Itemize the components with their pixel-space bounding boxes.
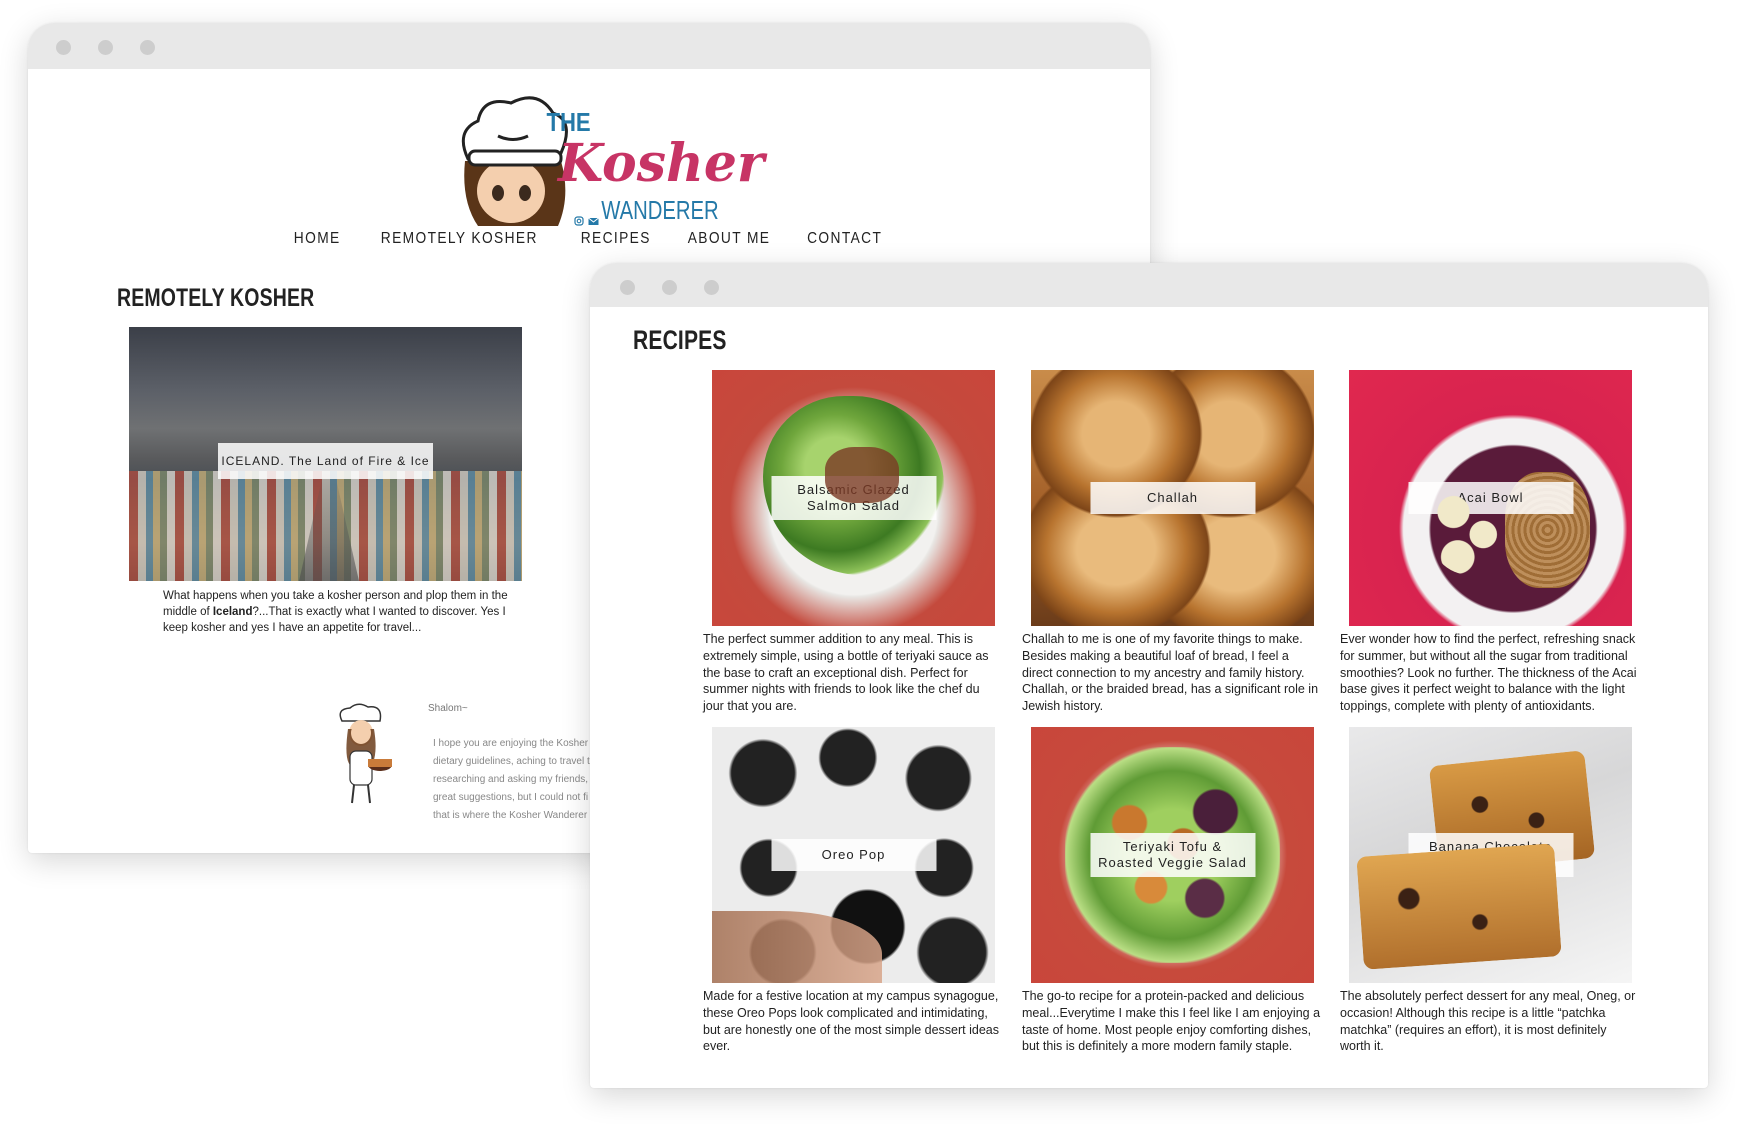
recipe-image-salmon-salad[interactable]: Balsamic Glazed Salmon Salad: [712, 370, 995, 626]
recipe-label[interactable]: Balsamic Glazed Salmon Salad: [771, 476, 936, 520]
shalom-line: great suggestions, but I could not fi: [433, 792, 589, 803]
recipe-description: The perfect summer addition to any meal.…: [703, 632, 989, 714]
window-dot-minimize[interactable]: [662, 280, 677, 295]
nav-recipes[interactable]: RECIPES: [581, 230, 651, 248]
recipe-description: Made for a festive location at my campus…: [703, 989, 999, 1054]
recipe-image-banana-cake[interactable]: Banana Chocolate Chip Cake: [1349, 727, 1632, 983]
instagram-icon[interactable]: [574, 213, 584, 226]
window-dot-maximize[interactable]: [140, 40, 155, 55]
recipe-label[interactable]: Oreo Pop: [771, 839, 936, 871]
window-dot-close[interactable]: [56, 40, 71, 55]
window-titlebar: [590, 263, 1708, 307]
recipe-label[interactable]: Teriyaki Tofu & Roasted Veggie Salad: [1090, 833, 1255, 877]
recipe-description: The absolutely perfect dessert for any m…: [1340, 989, 1636, 1054]
shalom-greeting: Shalom~: [428, 703, 468, 714]
recipe-card[interactable]: Teriyaki Tofu & Roasted Veggie Salad The…: [1022, 727, 1320, 1053]
section-title-recipes: RECIPES: [633, 325, 727, 355]
recipe-image-oreo-pop[interactable]: Oreo Pop: [712, 727, 995, 983]
browser-window-front: RECIPES Balsamic Glazed Salmon Salad The…: [590, 263, 1708, 1088]
shalom-line: dietary guidelines, aching to travel t: [433, 756, 590, 767]
chef-mascot-icon: THE Kosher WANDERER: [461, 96, 768, 226]
shalom-body: I hope you are enjoying the Kosher dieta…: [433, 735, 593, 825]
recipe-label[interactable]: Acai Bowl: [1408, 482, 1573, 514]
recipe-description: Ever wonder how to find the perfect, ref…: [1340, 632, 1637, 714]
recipe-card[interactable]: Oreo Pop Made for a festive location at …: [703, 727, 999, 1053]
shalom-line: researching and asking my friends,: [433, 774, 589, 785]
recipe-image-acai-bowl[interactable]: Acai Bowl: [1349, 370, 1632, 626]
nav-home[interactable]: HOME: [294, 230, 341, 248]
recipe-image-challah[interactable]: Challah: [1031, 370, 1314, 626]
nav-contact[interactable]: CONTACT: [807, 230, 882, 248]
logo-kosher-text: Kosher: [556, 133, 768, 194]
window-dot-maximize[interactable]: [704, 280, 719, 295]
window-dot-close[interactable]: [620, 280, 635, 295]
recipe-image-tofu-salad[interactable]: Teriyaki Tofu & Roasted Veggie Salad: [1031, 727, 1314, 983]
nav-about-me[interactable]: ABOUT ME: [687, 230, 770, 248]
shalom-line: that is where the Kosher Wanderer: [433, 810, 588, 821]
recipe-card[interactable]: Banana Chocolate Chip Cake The absolutel…: [1340, 727, 1635, 1053]
chef-avatar-icon: [328, 703, 398, 808]
window-dot-minimize[interactable]: [98, 40, 113, 55]
email-icon[interactable]: [588, 213, 599, 225]
main-nav: HOME REMOTELY KOSHER RECIPES ABOUT ME CO…: [28, 230, 1150, 248]
feature-excerpt: What happens when you take a kosher pers…: [163, 588, 508, 636]
recipe-description: The go-to recipe for a protein-packed an…: [1022, 989, 1321, 1054]
recipe-card[interactable]: Acai Bowl Ever wonder how to find the pe…: [1340, 370, 1636, 713]
shalom-line: I hope you are enjoying the Kosher: [433, 738, 589, 749]
section-title-remotely-kosher: REMOTELY KOSHER: [117, 284, 315, 312]
recipe-card[interactable]: Challah Challah to me is one of my favor…: [1022, 370, 1318, 713]
recipe-label[interactable]: Challah: [1090, 482, 1255, 514]
social-links: [574, 213, 599, 226]
excerpt-bold[interactable]: Iceland: [213, 606, 253, 618]
recipe-description: Challah to me is one of my favorite thin…: [1022, 632, 1319, 714]
site-logo[interactable]: THE Kosher WANDERER: [453, 91, 773, 231]
feature-label[interactable]: ICELAND. The Land of Fire & Ice: [218, 443, 433, 479]
window-titlebar: [28, 23, 1150, 69]
recipe-card[interactable]: Balsamic Glazed Salmon Salad The perfect…: [703, 370, 995, 713]
logo-wanderer-text: WANDERER: [601, 196, 718, 225]
nav-remotely-kosher[interactable]: REMOTELY KOSHER: [381, 230, 538, 248]
recipe-label[interactable]: Banana Chocolate Chip Cake: [1408, 833, 1573, 877]
